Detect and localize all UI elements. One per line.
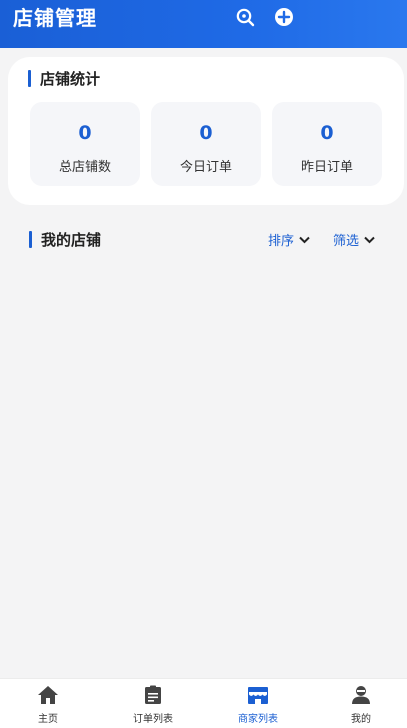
order-list-icon (145, 685, 161, 704)
stat-value: 0 (199, 122, 213, 144)
sort-label: 排序 (268, 234, 295, 249)
search-icon[interactable] (235, 7, 255, 27)
shops-title: 我的店铺 (41, 231, 102, 249)
tab-label: 商家列表 (238, 714, 278, 725)
shops-section-header: 我的店铺 (29, 229, 101, 250)
stats-title: 店铺统计 (40, 70, 101, 88)
home-icon (38, 686, 58, 704)
stats-card: 店铺统计 0 总店铺数 0 今日订单 0 昨日订单 (8, 57, 404, 205)
stat-label: 今日订单 (179, 160, 232, 175)
stat-label: 总店铺数 (58, 160, 111, 175)
chevron-down-icon (364, 236, 375, 243)
sort-button[interactable]: 排序 (268, 230, 310, 249)
tab-mine[interactable]: 我的 (311, 679, 407, 728)
page-title: 店铺管理 (13, 6, 97, 30)
stat-value: 0 (320, 122, 334, 144)
stats-section-header: 店铺统计 (28, 68, 100, 89)
section-accent-bar (29, 231, 32, 248)
add-icon[interactable] (274, 7, 294, 27)
bottom-tab-bar: 主页 订单列表 商家列表 我的 (0, 678, 407, 728)
section-accent-bar (28, 70, 31, 87)
tab-home[interactable]: 主页 (0, 679, 98, 728)
stat-yesterday-orders[interactable]: 0 昨日订单 (272, 102, 382, 186)
stat-value: 0 (78, 122, 92, 144)
app-header: 店铺管理 (0, 0, 407, 48)
stat-label: 昨日订单 (300, 160, 353, 175)
user-icon (352, 686, 370, 704)
tab-label: 我的 (351, 714, 371, 725)
tab-store-list[interactable]: 商家列表 (208, 679, 308, 728)
tab-label: 主页 (38, 714, 58, 725)
stat-total-shops[interactable]: 0 总店铺数 (30, 102, 140, 186)
stat-today-orders[interactable]: 0 今日订单 (151, 102, 261, 186)
filter-label: 筛选 (333, 234, 360, 249)
tab-order-list[interactable]: 订单列表 (103, 679, 203, 728)
tab-label: 订单列表 (133, 714, 173, 725)
filter-button[interactable]: 筛选 (333, 230, 375, 249)
chevron-down-icon (299, 236, 310, 243)
store-icon (248, 687, 268, 704)
